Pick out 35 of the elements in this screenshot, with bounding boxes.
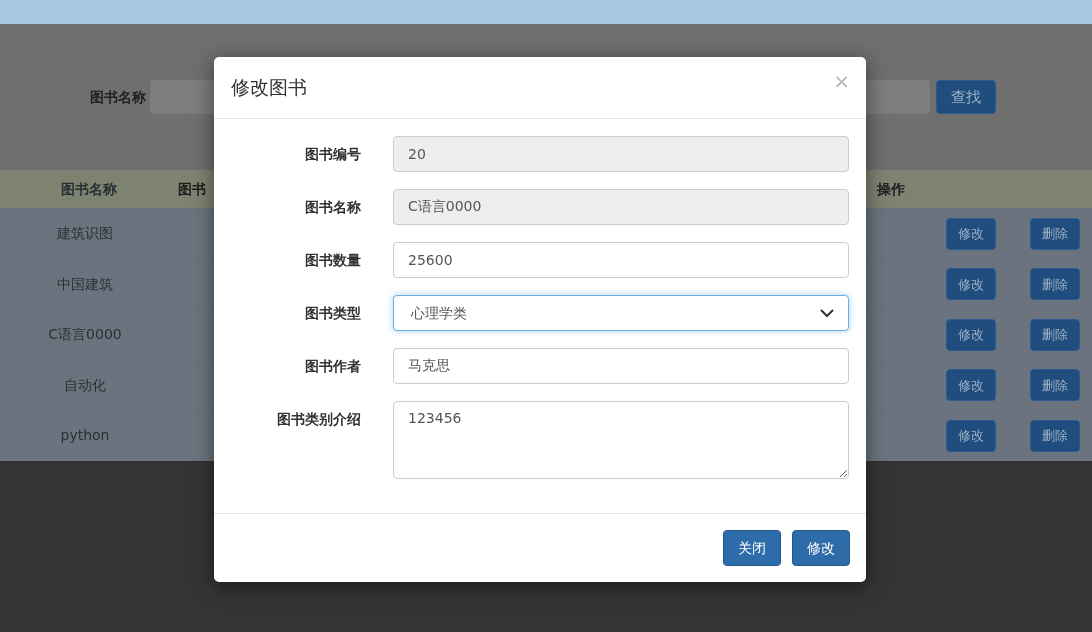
field-label: 图书数量 xyxy=(304,251,361,270)
table-cell-text: 建筑识图 xyxy=(56,224,114,244)
delete-button[interactable]: 删除 xyxy=(1030,268,1080,301)
column-header: 图书名称 xyxy=(60,179,118,199)
field-label: 图书作者 xyxy=(304,357,361,376)
input-field[interactable]: 25600 xyxy=(393,242,849,278)
table-cell-text: 中国建筑 xyxy=(56,274,114,294)
delete-button[interactable]: 删除 xyxy=(1030,318,1080,351)
chevron-down-icon xyxy=(820,308,834,318)
dialog-title: 修改图书 xyxy=(231,75,307,101)
column-header: 操作 xyxy=(877,179,905,199)
table-cell-text: 自动化 xyxy=(63,375,107,395)
delete-button[interactable]: 删除 xyxy=(1030,369,1080,402)
delete-button[interactable]: 删除 xyxy=(1030,217,1080,250)
select-field[interactable]: 心理学类 xyxy=(393,295,849,331)
edit-button[interactable]: 修改 xyxy=(946,419,996,452)
field-label: 图书编号 xyxy=(304,145,361,164)
save-button[interactable]: 修改 xyxy=(792,530,850,566)
field-label: 图书类型 xyxy=(304,304,361,323)
table-cell-text: C语言0000 xyxy=(47,325,123,345)
field-label: 图书名称 xyxy=(304,198,361,217)
field-label: 图书类别介绍 xyxy=(276,410,361,429)
delete-button[interactable]: 删除 xyxy=(1030,419,1080,452)
edit-button[interactable]: 修改 xyxy=(946,318,996,351)
text-area[interactable]: 123456 xyxy=(393,401,849,479)
close-button[interactable]: 关闭 xyxy=(723,530,781,566)
edit-button[interactable]: 修改 xyxy=(946,369,996,402)
edit-button[interactable]: 修改 xyxy=(946,268,996,301)
search-label: 图书名称 xyxy=(89,87,147,107)
table-cell-text: python xyxy=(59,426,111,446)
edit-button[interactable]: 修改 xyxy=(946,217,996,250)
close-button[interactable]: × xyxy=(833,70,850,91)
column-header: 图书 xyxy=(178,179,207,199)
search-button[interactable]: 查找 xyxy=(936,80,996,114)
input-field[interactable]: 马克思 xyxy=(393,348,849,384)
